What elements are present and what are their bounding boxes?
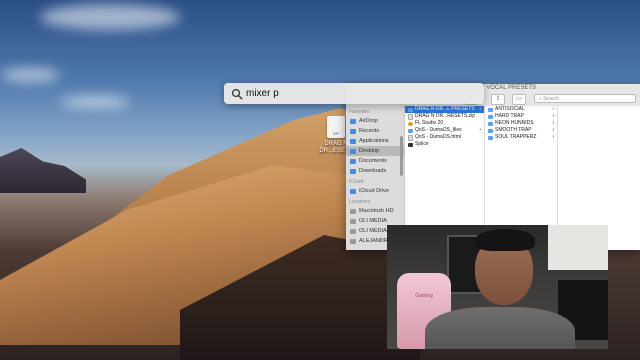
desktop-icon — [350, 148, 356, 154]
drive-icon — [350, 208, 356, 214]
list-item-label: FL Studio 20 — [415, 120, 444, 126]
list-item-label: SMOOTH TRAP — [495, 127, 532, 133]
sidebar-header-favorites: Favorites — [349, 109, 370, 115]
webcam-overlay: Gaming — [387, 225, 608, 349]
share-button[interactable]: ⇧ — [491, 94, 505, 105]
sidebar-item-downloads[interactable]: Downloads — [346, 166, 404, 176]
list-item[interactable]: QoS - DumaOS.html — [405, 134, 484, 141]
drive-icon — [350, 218, 356, 224]
list-item-label: DRAG N DR...RESETS.zip — [415, 113, 476, 119]
chevron-right-icon: › — [552, 113, 554, 119]
sidebar-item-label: Desktop — [359, 148, 380, 154]
zip-file-icon — [327, 116, 345, 138]
list-item-label: NEON HUNNIDS — [495, 120, 534, 126]
person-hair — [475, 229, 535, 251]
folder-icon — [488, 107, 493, 112]
zip-file-icon — [408, 113, 413, 120]
folder-icon — [488, 114, 493, 119]
chevron-right-icon: › — [552, 127, 554, 133]
html-file-icon — [408, 134, 413, 141]
cloud — [60, 96, 130, 108]
sidebar-item-label: Documents — [359, 158, 387, 164]
sidebar-item-label: OLI MEDIA — [359, 228, 387, 234]
chevron-right-icon: › — [552, 120, 554, 126]
chevron-right-icon: › — [479, 127, 481, 133]
finder-title: OP VOCAL PRESETS — [476, 85, 537, 91]
sidebar-header-locations: Locations — [349, 199, 371, 205]
sidebar-item-label: AirDrop — [359, 118, 378, 124]
list-item[interactable]: QoS - DumaOS_files › — [405, 127, 484, 134]
chevron-right-icon: › — [479, 106, 481, 112]
sidebar-item-applications[interactable]: Applications — [346, 136, 404, 146]
sidebar-item-label: iCloud Drive — [359, 188, 389, 194]
finder-search-placeholder: Search — [543, 96, 560, 102]
sidebar-scrollbar[interactable] — [400, 136, 403, 176]
list-item[interactable]: HARD TRAP › — [485, 113, 557, 120]
folder-icon — [408, 107, 413, 112]
sidebar-item-desktop[interactable]: Desktop — [346, 146, 404, 156]
list-item[interactable]: NEON HUNNIDS › — [485, 120, 557, 127]
clock-icon — [350, 128, 356, 134]
list-item-label: Splice — [415, 141, 429, 147]
sidebar-item-documents[interactable]: Documents — [346, 156, 404, 166]
folder-icon — [408, 128, 413, 133]
webcam-wall — [548, 225, 608, 270]
list-item[interactable]: SOUL TRAPPERZ › — [485, 134, 557, 141]
finder-search-field[interactable]: ⌕ Search — [534, 94, 636, 103]
list-item[interactable]: DRAG N DR...RESETS.zip — [405, 113, 484, 120]
airdrop-icon — [350, 118, 356, 124]
sidebar-item-icloud-drive[interactable]: iCloud Drive — [346, 186, 404, 196]
cloud — [0, 68, 60, 82]
download-icon — [350, 168, 356, 174]
list-item-label: DRAG N DR...L PRESETS — [415, 106, 475, 112]
list-item[interactable]: SMOOTH TRAP › — [485, 127, 557, 134]
list-item-label: ANTISOCIAL — [495, 106, 525, 112]
list-item[interactable]: FL Studio 20 — [405, 120, 484, 127]
person-body — [425, 307, 575, 349]
sidebar-item-label: Macintosh HD — [359, 208, 394, 214]
folder-icon — [488, 128, 493, 133]
splice-icon — [408, 142, 413, 147]
chevron-right-icon: › — [552, 134, 554, 140]
list-item-label: QoS - DumaOS.html — [415, 134, 461, 140]
fl-studio-icon — [408, 121, 413, 126]
list-item[interactable]: ANTISOCIAL › — [485, 106, 557, 113]
list-item-label: HARD TRAP — [495, 113, 524, 119]
sidebar-item-label: Recents — [359, 128, 380, 134]
sidebar-item-label: Applications — [359, 138, 389, 144]
chevron-right-icon: › — [552, 106, 554, 112]
sidebar-item-label: Downloads — [359, 168, 387, 174]
spotlight-search-bar — [224, 83, 484, 104]
sidebar-item-recents[interactable]: Recents — [346, 126, 404, 136]
spotlight-search-input[interactable] — [246, 88, 466, 99]
document-icon — [350, 158, 356, 164]
cloud — [40, 4, 180, 30]
sidebar-item-macintosh-hd[interactable]: Macintosh HD — [346, 206, 404, 216]
drive-icon — [350, 238, 356, 244]
mountain — [0, 148, 86, 193]
tag-button[interactable]: ▭ — [512, 94, 526, 105]
chair-brand-label: Gaming — [415, 293, 433, 299]
folder-icon — [488, 121, 493, 126]
list-item-label: QoS - DumaOS_files — [415, 127, 462, 133]
sidebar-item-label: OLI MEDIA — [359, 218, 387, 224]
drive-icon — [350, 228, 356, 234]
folder-icon — [488, 135, 493, 140]
tag-icon: ▭ — [516, 96, 522, 102]
applications-icon — [350, 138, 356, 144]
cloud-icon — [350, 188, 356, 194]
sidebar-header-icloud: iCloud — [349, 179, 364, 185]
list-item[interactable]: Splice — [405, 141, 484, 148]
sidebar-item-airdrop[interactable]: AirDrop — [346, 116, 404, 126]
search-icon — [231, 88, 243, 100]
list-item[interactable]: DRAG N DR...L PRESETS › — [405, 106, 484, 113]
share-icon: ⇧ — [495, 96, 501, 102]
list-item-label: SOUL TRAPPERZ — [495, 134, 537, 140]
